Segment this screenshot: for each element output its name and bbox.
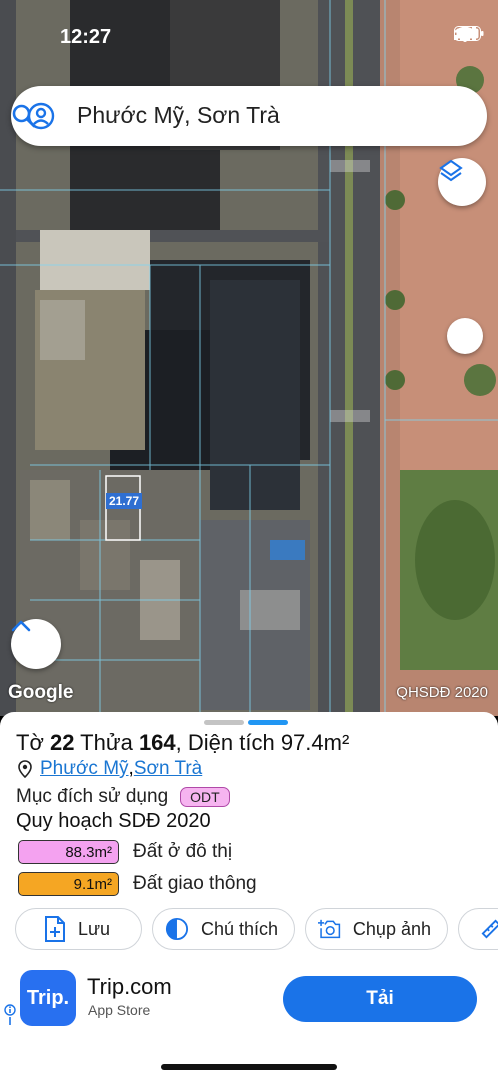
status-time: 12:27 — [60, 26, 112, 48]
zone-area-box: 88.3m² — [18, 840, 119, 864]
ad-subtitle: App Store — [88, 1002, 151, 1018]
measure-button[interactable] — [458, 908, 498, 950]
title-area-prefix: , Diện tích — [175, 730, 281, 755]
opacity-slider-handle[interactable] — [447, 318, 483, 354]
zone-row-traffic: 9.1m² Đất giao thông — [18, 872, 257, 896]
parcel-info-sheet: Tờ 22 Thửa 164, Diện tích 97.4m² Phước M… — [0, 712, 498, 1080]
action-buttons: Lưu Chú thích Chụp ảnh — [15, 908, 498, 950]
save-button[interactable]: Lưu — [15, 908, 142, 950]
legend-label: Chú thích — [200, 918, 278, 939]
camera-plus-icon — [318, 919, 341, 939]
sheet-number: 22 — [49, 730, 75, 755]
purpose-label: Mục đích sử dụng — [16, 786, 169, 807]
sheet-handle-blue[interactable] — [248, 720, 288, 725]
battery-icon — [454, 26, 484, 41]
home-indicator — [161, 1064, 337, 1070]
trip-app-logo: Trip. — [20, 970, 76, 1026]
zone-label: Đất giao thông — [133, 873, 257, 894]
expand-up-button[interactable] — [11, 619, 61, 669]
zone-label: Đất ở đô thị — [133, 841, 233, 862]
layer-caption: QHSDĐ 2020 — [396, 684, 488, 701]
sheet-handles[interactable] — [204, 720, 288, 725]
zone-row-residential: 88.3m² Đất ở đô thị — [18, 840, 232, 864]
district-link[interactable]: Sơn Trà — [134, 758, 202, 780]
legend-button[interactable]: Chú thích — [152, 908, 295, 950]
layers-icon — [439, 159, 463, 182]
parcel-title: Tờ 22 Thửa 164, Diện tích 97.4m² — [16, 730, 349, 756]
contrast-icon — [165, 917, 189, 941]
search-bar[interactable]: Phước Mỹ, Sơn Trà — [11, 86, 487, 146]
plan-title: Quy hoạch SDĐ 2020 — [16, 810, 211, 832]
ad-title: Trip.com — [87, 974, 172, 999]
ad-info-icon[interactable] — [4, 1004, 16, 1026]
plot-number: 164 — [138, 730, 176, 755]
save-label: Lưu — [78, 918, 111, 939]
search-icon[interactable] — [11, 103, 37, 129]
sheet-handle-gray[interactable] — [204, 720, 244, 725]
purpose-row: Mục đích sử dụng ODT — [16, 786, 230, 808]
capture-button[interactable]: Chụp ảnh — [305, 908, 448, 950]
status-bar: 12:27 — [0, 0, 498, 64]
ward-link[interactable]: Phước Mỹ — [40, 758, 129, 780]
app-ad-banner[interactable]: Trip. Trip.com App Store Tải — [0, 968, 498, 1042]
chevron-up-icon — [11, 620, 31, 632]
location-row: Phước Mỹ, Sơn Trà — [18, 758, 202, 780]
file-plus-icon — [45, 916, 65, 942]
parcel-area: 97.4m² — [280, 730, 350, 755]
google-logo: Google — [8, 682, 74, 703]
zone-area-box: 9.1m² — [18, 872, 119, 896]
title-mid: Thửa — [74, 730, 139, 755]
install-button[interactable]: Tải — [283, 976, 477, 1022]
measure-label: 21.77 — [106, 493, 143, 509]
purpose-code-badge: ODT — [180, 787, 230, 807]
location-pin-icon — [18, 760, 32, 778]
layers-button[interactable] — [438, 158, 486, 206]
ruler-icon — [481, 919, 498, 939]
capture-label: Chụp ảnh — [352, 918, 431, 939]
title-prefix: Tờ — [16, 730, 50, 755]
search-input[interactable]: Phước Mỹ, Sơn Trà — [77, 102, 280, 129]
satellite-map[interactable]: 12:27 Phước Mỹ, Sơn Trà 21.77 Google QHS… — [0, 0, 498, 716]
